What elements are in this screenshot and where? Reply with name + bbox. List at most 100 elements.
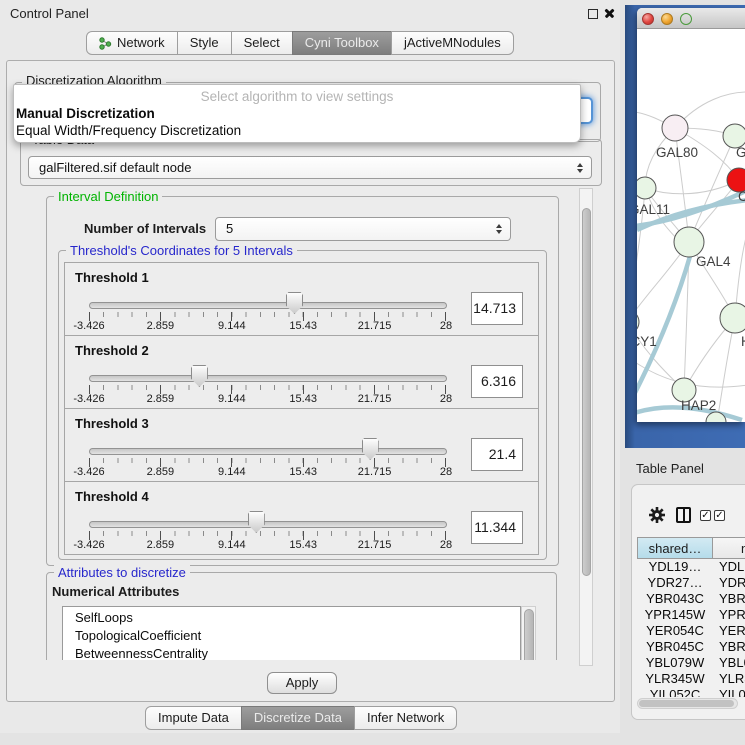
checkbox-checked-icon[interactable]: ✓ (714, 510, 725, 521)
table-row[interactable]: YBR045C YBR0 (637, 639, 745, 655)
node-label: HAP2 (681, 398, 716, 413)
algorithm-option-equal-width[interactable]: Equal Width/Frequency Discretization (16, 123, 241, 138)
attributes-list-scrollbar-thumb[interactable] (524, 609, 534, 660)
close-traffic-light-icon[interactable] (642, 13, 654, 25)
column-header-name[interactable]: na (712, 537, 745, 559)
tab-label: Select (244, 32, 280, 54)
cell-name[interactable]: YLR3 (719, 671, 745, 687)
threshold-value-field[interactable]: 14.713 (471, 292, 523, 325)
zoom-traffic-light-icon[interactable] (680, 13, 692, 25)
network-node[interactable] (674, 227, 704, 257)
table-row[interactable]: YBL079W YBL0 (637, 655, 745, 671)
cell-shared-name[interactable]: YPR145W (637, 607, 713, 623)
network-view-window: GAL80GCGAL11GAL4GCY1HHAP2 (637, 8, 745, 422)
tick-label: -3.426 (73, 466, 104, 478)
list-item[interactable]: BetweennessCentrality (63, 645, 520, 660)
table-row[interactable]: YER054C YER0 (637, 623, 745, 639)
list-item[interactable]: SelfLoops (63, 609, 520, 627)
table-row[interactable]: YBR043C YBR0 (637, 591, 745, 607)
algorithm-option-manual[interactable]: Manual Discretization (16, 106, 155, 121)
network-node[interactable] (637, 310, 639, 334)
minimize-traffic-light-icon[interactable] (661, 13, 673, 25)
slider-tick-labels: -3.4262.8599.14415.4321.71528 (89, 466, 446, 480)
tick-label: 21.715 (358, 466, 392, 478)
slider-track[interactable] (89, 302, 447, 309)
tab-label: Style (190, 32, 219, 54)
network-edge[interactable] (645, 180, 739, 194)
network-node[interactable] (662, 115, 688, 141)
cell-name[interactable]: YIL0 (719, 687, 745, 697)
slider-thumb[interactable] (362, 438, 379, 460)
table-row[interactable]: YLR345W YLR3 (637, 671, 745, 687)
tab-impute-data[interactable]: Impute Data (145, 706, 242, 730)
table-row[interactable]: YDR27… YDR2 (637, 575, 745, 591)
table-row[interactable]: YPR145W YPR1 (637, 607, 745, 623)
tab-select[interactable]: Select (231, 31, 293, 55)
threshold-label: Threshold 1 (75, 270, 149, 285)
cell-shared-name[interactable]: YDL19… (637, 559, 713, 575)
list-item[interactable]: TopologicalCoefficient (63, 627, 520, 645)
cell-shared-name[interactable]: YLR345W (637, 671, 713, 687)
settings-scrollbar-thumb[interactable] (582, 208, 591, 576)
slider-thumb[interactable] (248, 511, 265, 533)
split-columns-icon[interactable] (676, 507, 691, 523)
tick-label: 21.715 (358, 320, 392, 332)
cell-name[interactable]: YDL1 (719, 559, 745, 575)
tick-label: 9.144 (218, 466, 246, 478)
tab-discretize-data[interactable]: Discretize Data (241, 706, 355, 730)
slider-track[interactable] (89, 375, 447, 382)
network-window-titlebar[interactable] (637, 8, 745, 29)
slider-thumb[interactable] (286, 292, 303, 314)
number-of-intervals-combobox[interactable]: 5 (215, 217, 511, 241)
tab-label: Infer Network (367, 707, 444, 729)
cell-shared-name[interactable]: YIL052C (637, 687, 713, 697)
slider-track[interactable] (89, 448, 447, 455)
threshold-value-field[interactable]: 11.344 (471, 511, 523, 544)
tab-label: jActiveMNodules (404, 32, 501, 54)
network-canvas[interactable]: GAL80GCGAL11GAL4GCY1HHAP2 (637, 29, 745, 422)
cell-name[interactable]: YBR0 (719, 591, 745, 607)
cell-name[interactable]: YDR2 (719, 575, 745, 591)
tab-jactivemnodules[interactable]: jActiveMNodules (391, 31, 514, 55)
table-row[interactable]: YIL052C YIL0 (637, 687, 745, 697)
node-label: C (738, 189, 745, 204)
tab-network[interactable]: Network (86, 31, 178, 55)
table-data-combobox[interactable]: galFiltered.sif default node (28, 156, 592, 179)
slider-thumb[interactable] (191, 365, 208, 387)
attributes-list-scrollbar[interactable] (521, 606, 536, 660)
cell-shared-name[interactable]: YDR27… (637, 575, 713, 591)
tick-label: 15.43 (289, 539, 317, 551)
tab-label: Cyni Toolbox (305, 32, 379, 54)
tick-label: 9.144 (218, 320, 246, 332)
slider-track[interactable] (89, 521, 447, 528)
network-edge[interactable] (717, 318, 735, 422)
cell-shared-name[interactable]: YBR045C (637, 639, 713, 655)
table-row[interactable]: YDL19… YDL1 (637, 559, 745, 575)
settings-scrollbar[interactable] (579, 188, 593, 666)
tick-label: 15.43 (289, 393, 317, 405)
close-icon[interactable] (603, 7, 616, 20)
gear-icon[interactable] (648, 506, 666, 524)
table-horizontal-scrollbar-thumb[interactable] (639, 700, 734, 707)
cell-name[interactable]: YER0 (719, 623, 745, 639)
numerical-attributes-list[interactable]: SelfLoops TopologicalCoefficient Between… (62, 606, 521, 660)
tab-cyni-toolbox[interactable]: Cyni Toolbox (292, 31, 392, 55)
cell-name[interactable]: YBR0 (719, 639, 745, 655)
attributes-group-title: Attributes to discretize (54, 565, 190, 580)
threshold-value-field[interactable]: 21.4 (471, 438, 523, 471)
cell-name[interactable]: YPR1 (719, 607, 745, 623)
tab-infer-network[interactable]: Infer Network (354, 706, 457, 730)
checkbox-checked-icon[interactable]: ✓ (700, 510, 711, 521)
cell-name[interactable]: YBL0 (719, 655, 745, 671)
algorithm-dropdown-popup: Select algorithm to view settings Manual… (13, 84, 581, 143)
network-node[interactable] (720, 303, 745, 333)
float-window-icon[interactable] (588, 9, 598, 19)
tab-style[interactable]: Style (177, 31, 232, 55)
threshold-value-field[interactable]: 6.316 (471, 365, 523, 398)
apply-button[interactable]: Apply (267, 672, 337, 694)
cell-shared-name[interactable]: YBL079W (637, 655, 713, 671)
cell-shared-name[interactable]: YBR043C (637, 591, 713, 607)
column-header-shared-name[interactable]: shared… (637, 537, 713, 559)
network-node[interactable] (637, 177, 656, 199)
cell-shared-name[interactable]: YER054C (637, 623, 713, 639)
